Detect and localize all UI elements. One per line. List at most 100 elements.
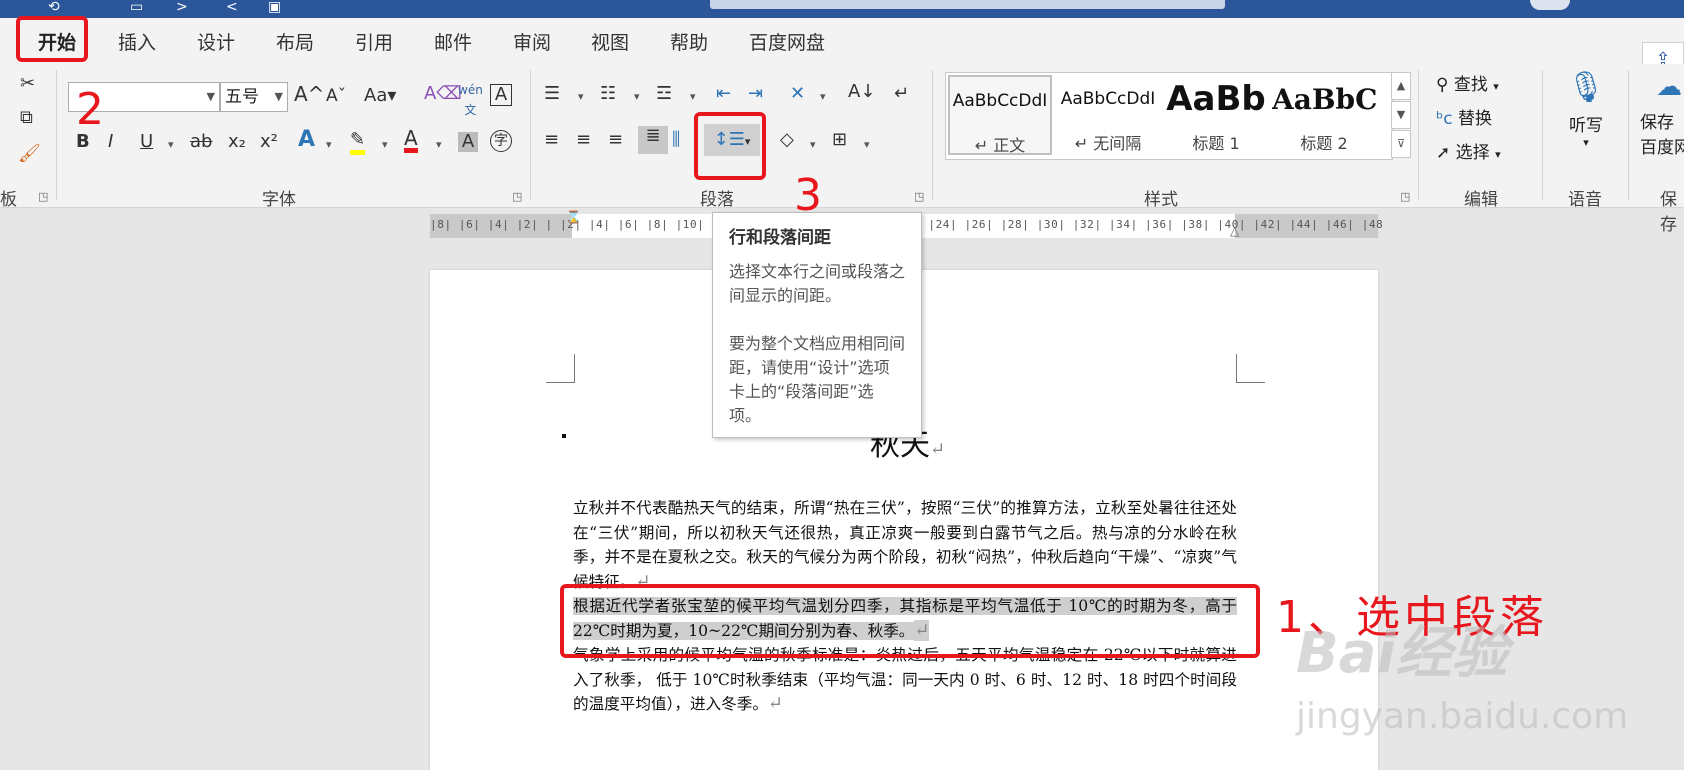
qa-chevron-icon[interactable]: < [226, 0, 238, 18]
highlight-icon[interactable]: ✎ [350, 130, 366, 155]
chevron-down-icon: ▼ [1396, 108, 1406, 121]
font-group-label: 字体 [262, 190, 296, 210]
print-icon[interactable]: ▣ [268, 0, 281, 18]
indent-marker-icon[interactable]: ⌛ [566, 210, 581, 224]
text-effects-icon[interactable]: A [298, 129, 315, 151]
underline-icon[interactable]: U [140, 132, 153, 152]
style-normal[interactable]: AaBbCcDdI ↵ 正文 [948, 75, 1052, 155]
baidu-jingyan-watermark: Bai经验 jingyan.baidu.com [1296, 608, 1636, 758]
editing-group-label: 编辑 [1464, 190, 1498, 210]
tab-help[interactable]: 帮助 [670, 28, 708, 55]
tab-view[interactable]: 视图 [591, 28, 629, 55]
redo-icon[interactable]: > [176, 0, 188, 18]
copy-icon[interactable]: ⧉ [20, 108, 33, 128]
chevron-down-icon: ▼ [274, 90, 283, 103]
format-painter-icon[interactable]: 🖌 [18, 144, 41, 164]
chinese-layout-icon[interactable]: ✕ [790, 84, 805, 104]
watermark-url: jingyan.baidu.com [1296, 696, 1629, 737]
chevron-down-icon[interactable]: ▾ [864, 138, 870, 151]
italic-icon[interactable]: I [108, 132, 113, 152]
character-border-icon[interactable]: A [490, 84, 512, 106]
paragraph-1[interactable]: 立秋并不代表酷热天气的结束，所谓“热在三伏”，按照“三伏”的推算方法，立秋至处暑… [573, 496, 1237, 594]
group-separator [530, 70, 531, 200]
annotation-number-3: 3 [794, 170, 822, 221]
chevron-down-icon[interactable]: ▾ [690, 90, 696, 103]
margin-corner [546, 354, 575, 383]
align-left-icon[interactable]: ≡ [544, 130, 559, 150]
shrink-font-icon[interactable]: Aˇ [326, 86, 346, 106]
styles-scroll-up[interactable]: ▲ [1391, 72, 1411, 100]
enclose-characters-icon[interactable]: 字 [490, 130, 512, 152]
search-icon: ⚲ [1436, 75, 1449, 95]
bold-icon[interactable]: B [76, 132, 90, 152]
font-color-icon[interactable]: A [404, 128, 418, 153]
group-separator [1542, 70, 1543, 200]
phonetic-guide-icon[interactable]: wén 文 [458, 80, 483, 120]
strikethrough-icon[interactable]: ab [190, 132, 212, 152]
font-launcher-icon[interactable]: ◳ [512, 190, 522, 203]
save-to-baidu-button[interactable]: ☁ 保存 百度网 [1640, 72, 1684, 158]
save-group-label: 保存 [1660, 190, 1677, 235]
change-case-icon[interactable]: Aa▾ [364, 86, 396, 106]
borders-icon[interactable]: ⊞ [832, 130, 847, 150]
style-heading-1[interactable]: AaBb 标题 1 [1164, 75, 1268, 155]
align-right-icon[interactable]: ≡ [608, 130, 623, 150]
right-indent-marker-icon[interactable]: △ [1230, 224, 1239, 238]
style-no-spacing[interactable]: AaBbCcDdI ↵ 无间隔 [1056, 75, 1160, 155]
user-avatar[interactable] [1530, 0, 1570, 10]
chevron-down-icon[interactable]: ▾ [820, 90, 826, 103]
subscript-icon[interactable]: x₂ [228, 132, 246, 152]
find-button[interactable]: ⚲ 查找 ▾ [1436, 70, 1499, 95]
paragraph-group-label: 段落 [700, 190, 734, 210]
voice-group-label: 语音 [1568, 190, 1602, 210]
shading-icon[interactable]: ◇ [780, 130, 794, 150]
show-marks-icon[interactable]: ↵ [894, 84, 909, 104]
justify-icon[interactable]: ≣ [638, 126, 668, 154]
distributed-icon[interactable]: ⫼ [672, 130, 680, 150]
styles-group-label: 样式 [1144, 190, 1178, 210]
tab-insert[interactable]: 插入 [118, 28, 156, 55]
tab-baidu-netdisk[interactable]: 百度网盘 [749, 28, 825, 55]
chevron-down-icon[interactable]: ▾ [810, 138, 816, 151]
grow-font-icon[interactable]: A^ [294, 84, 324, 104]
styles-launcher-icon[interactable]: ◳ [1400, 190, 1410, 203]
watermark-logo: Bai经验 [1296, 621, 1508, 686]
tab-review[interactable]: 审阅 [513, 28, 551, 55]
chevron-down-icon[interactable]: ▾ [578, 90, 584, 103]
clipboard-launcher-icon[interactable]: ◳ [38, 190, 48, 203]
font-size-combo[interactable]: 五号 ▼ [220, 82, 288, 112]
annotation-box-home-tab [16, 16, 88, 62]
numbering-icon[interactable]: ☷ [600, 84, 616, 104]
style-heading-2[interactable]: AaBbC 标题 2 [1272, 75, 1376, 155]
decrease-indent-icon[interactable]: ⇤ [716, 84, 731, 104]
select-button[interactable]: ➚ 选择 ▾ [1436, 138, 1501, 163]
tab-references[interactable]: 引用 [355, 28, 393, 55]
chevron-down-icon[interactable]: ▾ [634, 90, 640, 103]
multilevel-list-icon[interactable]: ☲ [656, 84, 672, 104]
increase-indent-icon[interactable]: ⇥ [748, 84, 763, 104]
paragraph-launcher-icon[interactable]: ◳ [914, 190, 924, 203]
cut-icon[interactable]: ✂ [20, 74, 35, 94]
styles-scroll-down[interactable]: ▼ [1391, 101, 1411, 129]
tab-layout[interactable]: 布局 [276, 28, 314, 55]
chevron-down-icon[interactable]: ▾ [382, 138, 388, 151]
replace-button[interactable]: ᵇc 替换 [1436, 104, 1492, 129]
chevron-down-icon[interactable]: ▾ [168, 138, 174, 151]
sort-icon[interactable]: A↓ [848, 82, 875, 102]
save-icon[interactable]: ▭ [130, 0, 143, 18]
annotation-box-line-spacing [694, 112, 766, 180]
styles-more[interactable]: ⊽ [1391, 130, 1411, 158]
tab-design[interactable]: 设计 [197, 28, 235, 55]
dictate-button[interactable]: 🎙 听写 ▾ [1566, 70, 1606, 149]
title-search-box[interactable] [710, 0, 1225, 9]
superscript-icon[interactable]: x² [260, 132, 278, 152]
bullets-icon[interactable]: ☰ [544, 84, 560, 104]
chevron-up-icon: ▲ [1396, 79, 1406, 92]
clear-formatting-icon[interactable]: A⌫ [424, 84, 462, 104]
chevron-down-icon[interactable]: ▾ [436, 138, 442, 151]
chevron-down-icon[interactable]: ▾ [326, 138, 332, 151]
align-center-icon[interactable]: ≡ [576, 130, 591, 150]
tab-mailings[interactable]: 邮件 [434, 28, 472, 55]
chevron-down-icon: ▾ [1493, 80, 1499, 93]
character-shading-icon[interactable]: A [458, 132, 478, 152]
